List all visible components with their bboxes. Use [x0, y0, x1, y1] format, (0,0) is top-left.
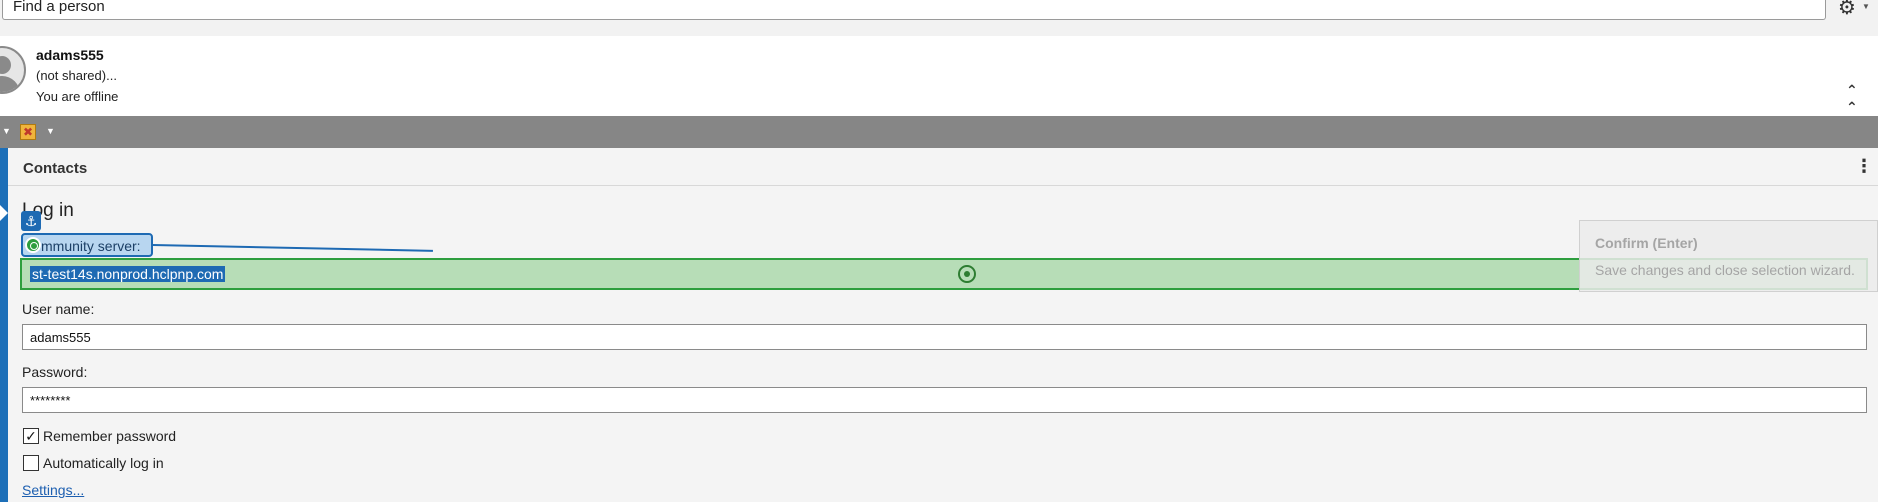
chevron-down-icon[interactable]: ▼	[2, 126, 11, 136]
double-chevron-up-icon[interactable]: ⌃ ⌃	[1846, 82, 1858, 116]
anchor-icon[interactable]: ⚓	[21, 211, 41, 231]
auto-login-checkbox[interactable]	[23, 455, 39, 471]
sidebar-notch	[0, 205, 8, 221]
username-field[interactable]: adams555	[22, 324, 1867, 350]
top-bar: Find a person ⚙ ▼	[0, 0, 1878, 36]
kebab-menu-icon[interactable]: ⋮	[1855, 156, 1873, 177]
confirm-tooltip: Confirm (Enter) Save changes and close s…	[1579, 220, 1878, 292]
tooltip-title: Confirm (Enter)	[1595, 235, 1698, 251]
chevron-down-icon[interactable]: ▼	[1862, 2, 1870, 11]
server-label: mmunity server:	[41, 238, 141, 254]
username-label: User name:	[22, 301, 95, 317]
settings-link[interactable]: Settings...	[22, 482, 84, 498]
status-tool-icon[interactable]: ✖	[20, 124, 36, 140]
tooltip-body: Save changes and close selection wizard.	[1595, 262, 1855, 278]
server-label-selection[interactable]: mmunity server:	[21, 233, 153, 257]
sidebar-accent	[0, 148, 8, 502]
server-field[interactable]: st-test14s.nonprod.hclpnp.com	[30, 266, 226, 282]
contacts-title: Contacts	[23, 160, 88, 177]
status-message[interactable]: (not shared)...	[36, 68, 117, 83]
auto-login-label[interactable]: Automatically log in	[43, 455, 164, 471]
profile-section: adams555 (not shared)... You are offline…	[0, 36, 1878, 116]
presence-status[interactable]: You are offline	[36, 89, 118, 104]
target-icon	[25, 237, 41, 253]
profile-name: adams555	[36, 47, 104, 63]
app-window: Find a person ⚙ ▼ adams555 (not shared).…	[0, 0, 1878, 502]
avatar[interactable]	[0, 46, 26, 94]
search-input[interactable]: Find a person	[2, 0, 1826, 20]
gear-icon[interactable]: ⚙	[1838, 0, 1856, 18]
remember-password-label[interactable]: Remember password	[43, 428, 176, 444]
remember-password-checkbox[interactable]: ✓	[23, 428, 39, 444]
crosshair-icon[interactable]	[958, 265, 976, 283]
password-field[interactable]: ********	[22, 387, 1867, 413]
contacts-header: Contacts ⋮	[8, 148, 1878, 186]
password-label: Password:	[22, 364, 88, 380]
toolbar: ▼ ✖ ▼	[0, 116, 1878, 148]
chevron-down-icon[interactable]: ▼	[46, 126, 55, 136]
